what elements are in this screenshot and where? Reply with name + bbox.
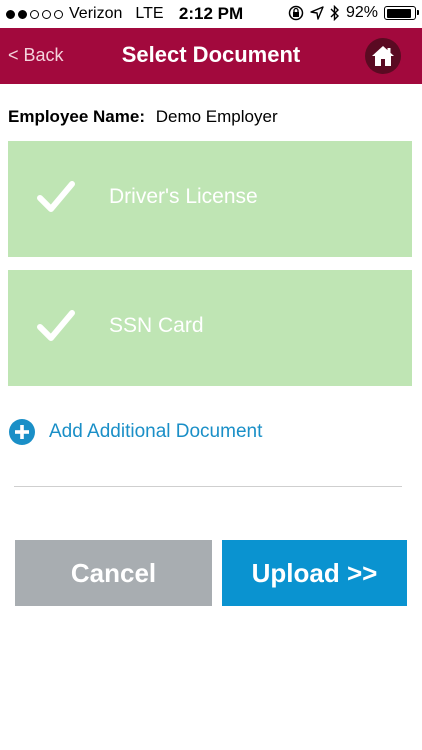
battery-percent: 92% (345, 4, 378, 21)
add-circle-icon (9, 419, 35, 445)
add-document-label: Add Additional Document (49, 421, 263, 442)
page-title: Select Document (121, 42, 301, 67)
home-button[interactable] (365, 38, 401, 74)
checkmark-icon (37, 181, 75, 212)
battery-icon (384, 6, 419, 20)
navigation-bar: < Back Select Document (0, 28, 422, 84)
document-card-drivers-license[interactable]: Driver's License (8, 141, 412, 257)
status-bar: Verizon LTE 2:12 PM 92% (0, 0, 422, 28)
employee-name-label: Employee Name: (8, 107, 145, 126)
upload-button[interactable]: Upload >> (222, 540, 407, 606)
cancel-button[interactable]: Cancel (15, 540, 212, 606)
employee-name-value: Demo Employer (155, 107, 278, 126)
document-card-ssn-card[interactable]: SSN Card (8, 270, 412, 386)
bluetooth-icon (330, 5, 339, 21)
battery-level (386, 8, 412, 18)
document-label: SSN Card (109, 314, 204, 337)
add-additional-document-link[interactable]: Add Additional Document (9, 419, 262, 445)
home-icon (372, 46, 394, 66)
status-right: 92% (288, 4, 419, 22)
checkmark-icon (37, 310, 75, 341)
rotation-lock-icon (288, 5, 304, 21)
employee-name-row: Employee Name: Demo Employer (8, 107, 278, 127)
divider (14, 486, 402, 487)
document-label: Driver's License (109, 185, 258, 208)
location-arrow-icon (310, 6, 324, 20)
